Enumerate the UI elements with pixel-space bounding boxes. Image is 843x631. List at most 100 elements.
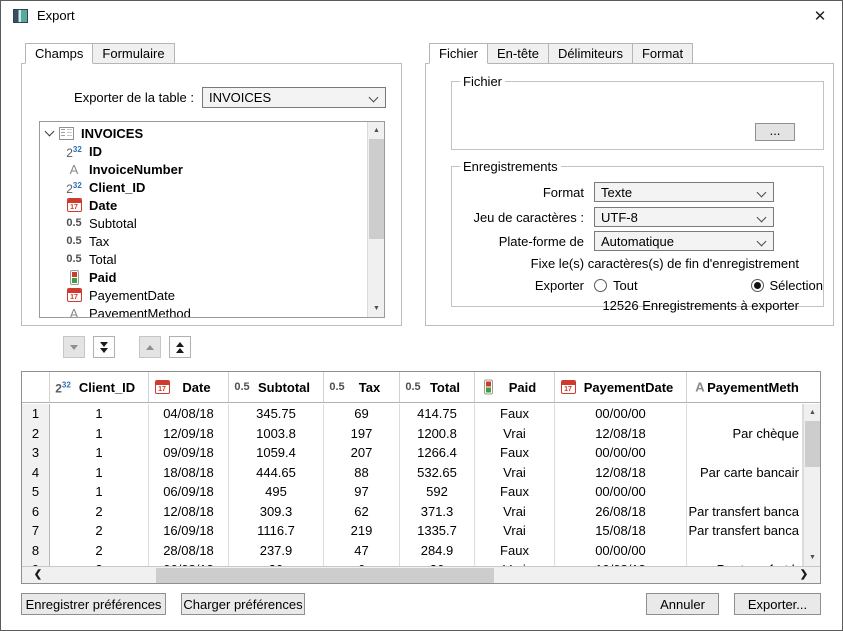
platform-label: Plate-forme de: [452, 234, 584, 249]
right-tabstrip: Fichier En-tête Délimiteurs Format: [429, 43, 693, 64]
int32-icon: 232: [53, 381, 73, 394]
tab-delimiteurs[interactable]: Délimiteurs: [548, 43, 633, 64]
real-icon: 0.5: [403, 381, 423, 393]
tree-item-field[interactable]: 0.5 Total: [40, 250, 367, 268]
collapse-icon[interactable]: [43, 131, 56, 135]
export-button[interactable]: Exporter...: [734, 593, 821, 615]
platform-hint: Fixe le(s) caractères(s) de fin d'enregi…: [531, 256, 799, 271]
date-icon: 17: [152, 380, 172, 394]
date-icon: 17: [64, 198, 84, 212]
date-icon: 17: [558, 380, 578, 394]
cancel-button[interactable]: Annuler: [646, 593, 719, 615]
column-header[interactable]: 17 PayementDate: [555, 372, 687, 402]
tree-item-field[interactable]: 17 PayementDate: [40, 286, 367, 304]
table-selector-label: Exporter de la table :: [22, 90, 194, 105]
tree-item-field[interactable]: A PayementMethod: [40, 304, 367, 317]
move-all-up-button[interactable]: [169, 336, 191, 358]
column-header-rownum[interactable]: [22, 372, 50, 402]
close-icon[interactable]: ✕: [806, 5, 834, 29]
tab-champs[interactable]: Champs: [25, 43, 93, 64]
real-icon: 0.5: [327, 381, 347, 393]
column-header[interactable]: 17 Date: [149, 372, 229, 402]
tree-item-field[interactable]: 232 ID: [40, 142, 367, 160]
table-row[interactable]: 8 2 28/08/18 237.9 47 284.9 Faux 00/00/0…: [22, 541, 803, 561]
radio-icon: [594, 279, 607, 292]
table-row[interactable]: 7 2 16/09/18 1116.7 219 1335.7 Vrai 15/0…: [22, 521, 803, 541]
scrollbar-thumb[interactable]: [156, 568, 494, 583]
int32-icon: 232: [64, 145, 84, 158]
tree-item-field[interactable]: 232 Client_ID: [40, 178, 367, 196]
tree-item-field[interactable]: 0.5 Subtotal: [40, 214, 367, 232]
file-group: Fichier ...: [451, 74, 824, 150]
charset-combo[interactable]: UTF-8: [594, 207, 774, 227]
scroll-down-icon[interactable]: ▼: [368, 300, 385, 317]
table-row[interactable]: 1 1 04/08/18 345.75 69 414.75 Faux 00/00…: [22, 404, 803, 424]
scroll-up-icon[interactable]: ▲: [368, 122, 385, 139]
real-icon: 0.5: [64, 235, 84, 247]
scrollbar-thumb[interactable]: [805, 421, 820, 467]
column-header[interactable]: 232 Client_ID: [50, 372, 149, 402]
table-selector-combo[interactable]: INVOICES: [202, 87, 386, 108]
table-vertical-scrollbar[interactable]: ▲ ▼: [803, 404, 820, 566]
real-icon: 0.5: [64, 217, 84, 229]
boolean-icon: [64, 270, 84, 285]
preview-table-header: 232 Client_ID 17 Date 0.5 Subtotal 0.5 T…: [22, 372, 820, 403]
move-all-down-button[interactable]: [93, 336, 115, 358]
chevron-down-icon: [757, 188, 767, 198]
move-down-button[interactable]: [63, 336, 85, 358]
alpha-icon: A: [690, 380, 710, 395]
table-selector-value: INVOICES: [209, 90, 271, 105]
tab-entete[interactable]: En-tête: [487, 43, 549, 64]
alpha-icon: A: [64, 306, 84, 318]
table-icon: [56, 127, 76, 140]
table-row[interactable]: 6 2 12/08/18 309.3 62 371.3 Vrai 26/08/1…: [22, 502, 803, 522]
browse-button[interactable]: ...: [755, 123, 795, 141]
format-value: Texte: [601, 185, 632, 200]
move-up-button[interactable]: [139, 336, 161, 358]
table-row[interactable]: 2 1 12/09/18 1003.8 197 1200.8 Vrai 12/0…: [22, 424, 803, 444]
scroll-left-icon[interactable]: ❮: [28, 567, 48, 583]
records-group-title: Enregistrements: [460, 159, 561, 174]
radio-tout[interactable]: Tout: [594, 278, 638, 293]
tree-item-field[interactable]: A InvoiceNumber: [40, 160, 367, 178]
scroll-right-icon[interactable]: ❯: [794, 567, 814, 583]
scrollbar-thumb[interactable]: [369, 139, 384, 239]
radio-selection[interactable]: Sélection: [751, 278, 823, 293]
load-preferences-button[interactable]: Charger préférences: [181, 593, 305, 615]
column-header[interactable]: 0.5 Total: [400, 372, 475, 402]
table-horizontal-scrollbar[interactable]: ❮ ❯: [22, 566, 820, 583]
format-combo[interactable]: Texte: [594, 182, 774, 202]
tab-fichier[interactable]: Fichier: [429, 43, 488, 64]
tree-item-table[interactable]: INVOICES: [40, 124, 367, 142]
radio-checked-icon: [751, 279, 764, 292]
column-header[interactable]: Paid: [475, 372, 555, 402]
real-icon: 0.5: [232, 381, 252, 393]
reorder-buttons: [63, 336, 199, 358]
scroll-down-icon[interactable]: ▼: [804, 549, 821, 566]
tree-item-field[interactable]: Paid: [40, 268, 367, 286]
table-row[interactable]: 5 1 06/09/18 495 97 592 Faux 00/00/00: [22, 482, 803, 502]
column-header[interactable]: A PayementMeth: [687, 372, 803, 402]
column-header[interactable]: 0.5 Subtotal: [229, 372, 324, 402]
export-dialog: Export ✕ Champs Formulaire Exporter de l…: [0, 0, 843, 631]
field-list-scrollbar[interactable]: ▲ ▼: [367, 122, 384, 317]
field-list: INVOICES 232 ID A InvoiceNumber 232 Clie…: [39, 121, 385, 318]
column-header[interactable]: 0.5 Tax: [324, 372, 400, 402]
save-preferences-button[interactable]: Enregistrer préférences: [21, 593, 166, 615]
window-title: Export: [37, 8, 75, 23]
tab-formulaire[interactable]: Formulaire: [92, 43, 174, 64]
platform-combo[interactable]: Automatique: [594, 231, 774, 251]
scroll-up-icon[interactable]: ▲: [804, 404, 821, 421]
preview-table-body: 1 1 04/08/18 345.75 69 414.75 Faux 00/00…: [22, 404, 803, 566]
tree-item-field[interactable]: 0.5 Tax: [40, 232, 367, 250]
table-row[interactable]: 3 1 09/09/18 1059.4 207 1266.4 Faux 00/0…: [22, 443, 803, 463]
titlebar: Export ✕: [1, 1, 842, 31]
boolean-icon: [478, 380, 498, 395]
tab-format[interactable]: Format: [632, 43, 693, 64]
real-icon: 0.5: [64, 253, 84, 265]
tree-item-field[interactable]: 17 Date: [40, 196, 367, 214]
table-row[interactable]: 4 1 18/08/18 444.65 88 532.65 Vrai 12/08…: [22, 463, 803, 483]
date-icon: 17: [64, 288, 84, 302]
charset-value: UTF-8: [601, 210, 638, 225]
chevron-down-icon: [757, 237, 767, 247]
